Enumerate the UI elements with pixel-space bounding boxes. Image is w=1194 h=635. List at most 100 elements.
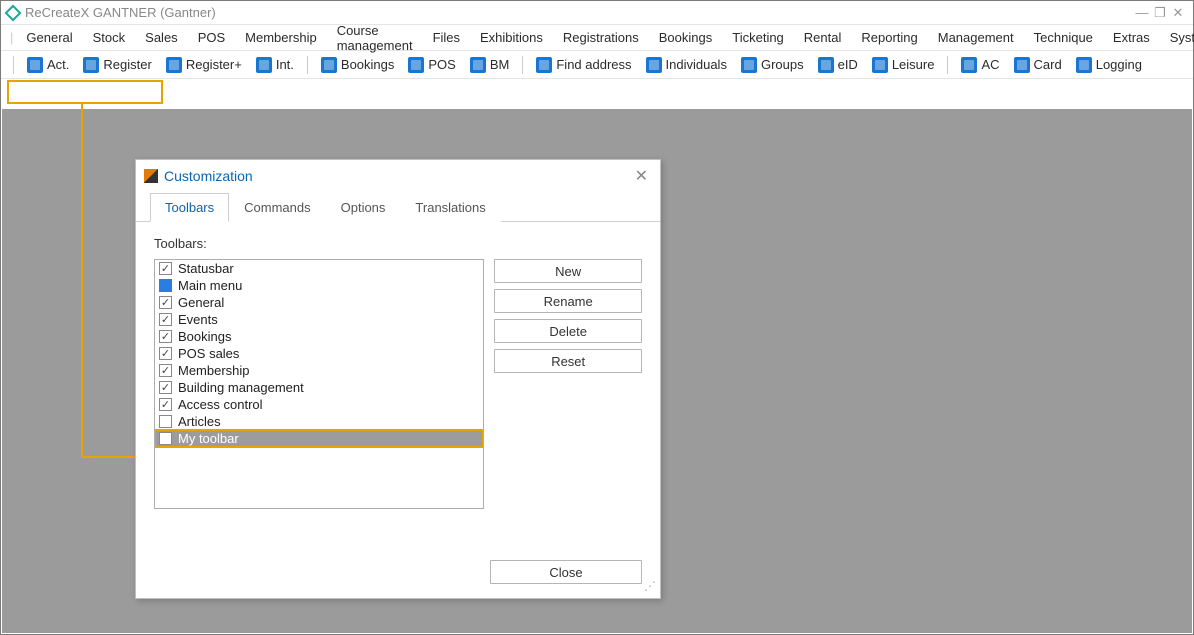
list-item-label: My toolbar xyxy=(178,431,239,446)
list-item[interactable]: My toolbar xyxy=(155,430,483,447)
toolbar-icon xyxy=(961,57,977,73)
toolbar-icon xyxy=(536,57,552,73)
list-item[interactable]: Main menu xyxy=(155,277,483,294)
checkbox-icon[interactable] xyxy=(159,330,172,343)
menu-item-reporting[interactable]: Reporting xyxy=(851,27,927,48)
menu-item-technique[interactable]: Technique xyxy=(1024,27,1103,48)
menu-item-pos[interactable]: POS xyxy=(188,27,235,48)
custom-toolbar-slot[interactable] xyxy=(7,80,163,104)
toolbar-button-logging[interactable]: Logging xyxy=(1069,55,1149,75)
dialog-tabs: ToolbarsCommandsOptionsTranslations xyxy=(136,192,660,222)
checkbox-icon[interactable] xyxy=(159,347,172,360)
toolbar-icon xyxy=(256,57,272,73)
toolbar-button-label: Int. xyxy=(276,57,294,72)
toolbar-icon xyxy=(83,57,99,73)
list-item-label: Main menu xyxy=(178,278,242,293)
toolbar-button-register[interactable]: Register xyxy=(76,55,158,75)
list-item[interactable]: POS sales xyxy=(155,345,483,362)
list-item[interactable]: Statusbar xyxy=(155,260,483,277)
toolbar-icon xyxy=(741,57,757,73)
menu-item-membership[interactable]: Membership xyxy=(235,27,327,48)
checkbox-icon[interactable] xyxy=(159,381,172,394)
rename-button[interactable]: Rename xyxy=(494,289,642,313)
checkbox-icon[interactable] xyxy=(159,432,172,445)
tab-toolbars[interactable]: Toolbars xyxy=(150,193,229,222)
dialog-close-button[interactable]: ✕ xyxy=(631,166,652,186)
minimize-button[interactable]: — xyxy=(1133,5,1151,20)
close-window-button[interactable]: ✕ xyxy=(1169,5,1187,21)
menu-item-rental[interactable]: Rental xyxy=(794,27,852,48)
toolbar-button-label: POS xyxy=(428,57,455,72)
list-item[interactable]: Events xyxy=(155,311,483,328)
menu-item-course-management[interactable]: Course management xyxy=(327,20,423,56)
tab-options[interactable]: Options xyxy=(326,193,401,222)
toolbars-listbox[interactable]: Statusbar Main menuGeneralEvents Bookings P… xyxy=(154,259,484,509)
main-menu: | GeneralStockSalesPOSMembershipCourse m… xyxy=(1,25,1193,51)
toolbar-button-find-address[interactable]: Find address xyxy=(529,55,638,75)
menu-item-stock[interactable]: Stock xyxy=(83,27,136,48)
list-item-label: POS sales xyxy=(178,346,239,361)
toolbar-button-register-[interactable]: Register+ xyxy=(159,55,249,75)
toolbar-button-act-[interactable]: Act. xyxy=(20,55,76,75)
toolbar-icon xyxy=(1014,57,1030,73)
resize-grip-icon[interactable]: ⋰ xyxy=(644,582,656,594)
toolbar-button-card[interactable]: Card xyxy=(1007,55,1069,75)
titlebar: ReCreateX GANTNER (Gantner) — ❐ ✕ xyxy=(1,1,1193,25)
menu-item-system[interactable]: System xyxy=(1160,27,1194,48)
toolbar-button-label: Individuals xyxy=(666,57,727,72)
list-item[interactable]: Access control xyxy=(155,396,483,413)
dialog-icon xyxy=(144,169,158,183)
list-item-label: Events xyxy=(178,312,218,327)
new-button[interactable]: New xyxy=(494,259,642,283)
close-button[interactable]: Close xyxy=(490,560,642,584)
checkbox-icon[interactable] xyxy=(159,398,172,411)
list-item-label: Access control xyxy=(178,397,263,412)
list-item[interactable]: Articles xyxy=(155,413,483,430)
menu-item-exhibitions[interactable]: Exhibitions xyxy=(470,27,553,48)
delete-button[interactable]: Delete xyxy=(494,319,642,343)
menu-item-general[interactable]: General xyxy=(16,27,82,48)
checkbox-icon[interactable] xyxy=(159,313,172,326)
list-item[interactable]: Building management xyxy=(155,379,483,396)
toolbar-button-individuals[interactable]: Individuals xyxy=(639,55,734,75)
app-title: ReCreateX GANTNER (Gantner) xyxy=(25,5,216,20)
menu-item-files[interactable]: Files xyxy=(423,27,470,48)
toolbar-icon xyxy=(166,57,182,73)
toolbar-button-bookings[interactable]: Bookings xyxy=(314,55,401,75)
toolbars-label: Toolbars: xyxy=(154,236,642,251)
checkbox-icon[interactable] xyxy=(159,364,172,377)
main-toolbar: Act.RegisterRegister+ Int. Bookings POS BM Fi… xyxy=(1,51,1193,79)
toolbar-button-groups[interactable]: Groups xyxy=(734,55,811,75)
menu-item-extras[interactable]: Extras xyxy=(1103,27,1160,48)
tab-commands[interactable]: Commands xyxy=(229,193,325,222)
toolbar-button-pos[interactable]: POS xyxy=(401,55,462,75)
list-item[interactable]: General xyxy=(155,294,483,311)
checkbox-icon[interactable] xyxy=(159,296,172,309)
menu-item-bookings[interactable]: Bookings xyxy=(649,27,722,48)
list-item[interactable]: Membership xyxy=(155,362,483,379)
toolbar-icon xyxy=(818,57,834,73)
toolbar-button-int-[interactable]: Int. xyxy=(249,55,301,75)
restore-button[interactable]: ❐ xyxy=(1151,5,1169,21)
menu-item-management[interactable]: Management xyxy=(928,27,1024,48)
toolbar-button-label: Find address xyxy=(556,57,631,72)
toolbar-button-label: Bookings xyxy=(341,57,394,72)
menu-item-registrations[interactable]: Registrations xyxy=(553,27,649,48)
dialog-titlebar: Customization ✕ xyxy=(136,160,660,192)
toolbar-separator xyxy=(13,56,14,74)
menu-item-ticketing[interactable]: Ticketing xyxy=(722,27,794,48)
menu-item-sales[interactable]: Sales xyxy=(135,27,188,48)
checkbox-icon[interactable] xyxy=(159,262,172,275)
list-item-label: Statusbar xyxy=(178,261,234,276)
list-item-label: Bookings xyxy=(178,329,231,344)
reset-button[interactable]: Reset xyxy=(494,349,642,373)
dialog-title-text: Customization xyxy=(164,168,253,184)
tab-translations[interactable]: Translations xyxy=(400,193,500,222)
toolbar-button-leisure[interactable]: Leisure xyxy=(865,55,942,75)
list-item[interactable]: Bookings xyxy=(155,328,483,345)
toolbar-button-ac[interactable]: AC xyxy=(954,55,1006,75)
toolbar-button-eid[interactable]: eID xyxy=(811,55,865,75)
checkbox-icon[interactable] xyxy=(159,279,172,292)
toolbar-button-bm[interactable]: BM xyxy=(463,55,517,75)
checkbox-icon[interactable] xyxy=(159,415,172,428)
